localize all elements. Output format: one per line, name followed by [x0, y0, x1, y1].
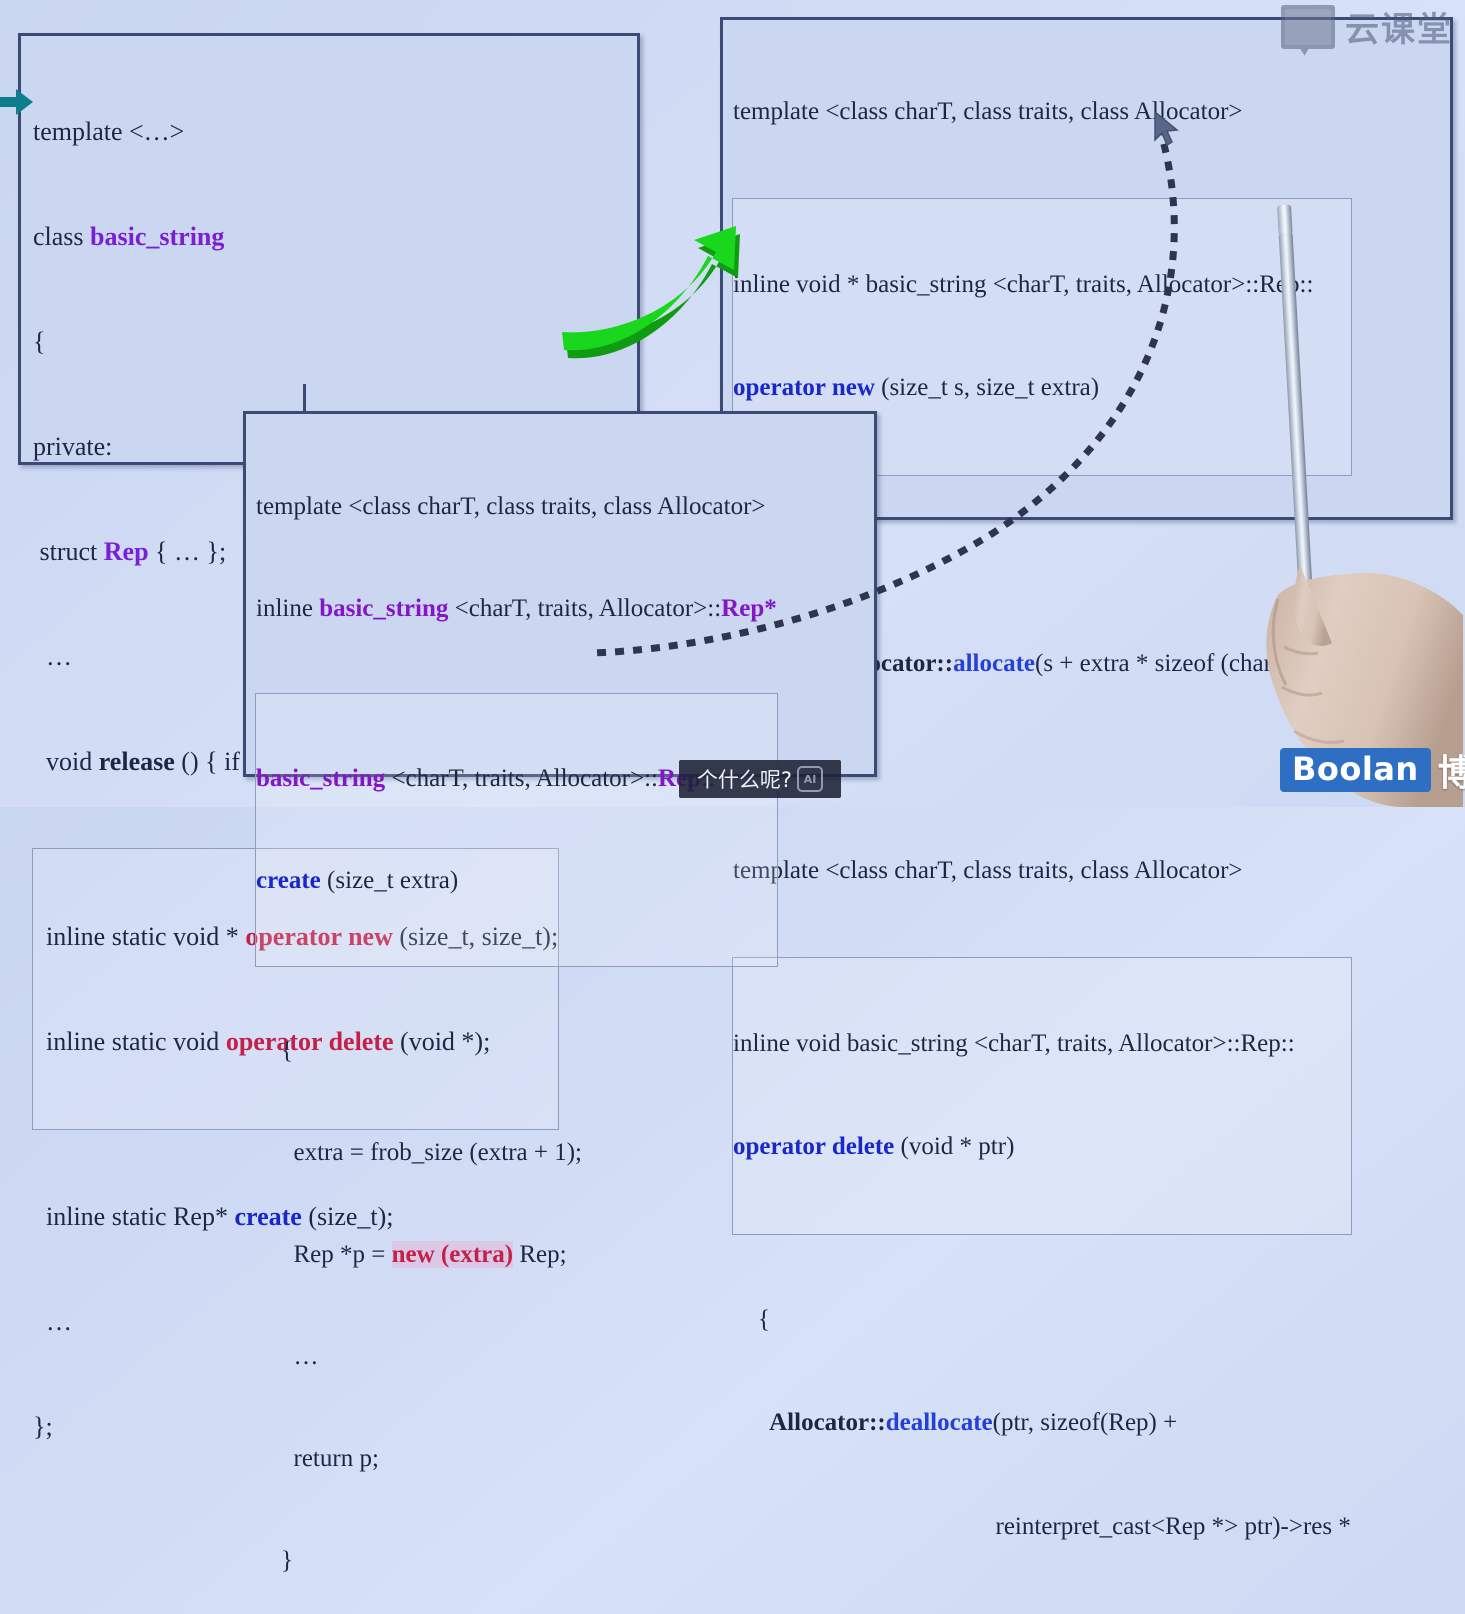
highlight-box-operator-delete-signature: inline void basic_string <charT, traits,…	[732, 956, 1352, 1235]
mouse-pointer-icon	[1154, 110, 1179, 147]
code-line: inline basic_string <charT, traits, Allo…	[256, 592, 777, 626]
code-text: Rep;	[513, 1241, 567, 1268]
code-text: {	[281, 1037, 293, 1064]
code-text: void	[33, 747, 99, 776]
code-block-right: template <class charT, class traits, cla…	[732, 26, 1352, 1614]
code-line: inline void * basic_string <charT, trait…	[733, 268, 1351, 303]
panel-basic-string-class: template <…> class basic_string { privat…	[18, 33, 640, 1441]
code-text: inline static void *	[33, 922, 246, 951]
code-line: class basic_string	[33, 219, 558, 254]
code-text: …	[33, 642, 72, 671]
code-text: return p;	[281, 1445, 379, 1472]
code-token-release: release	[98, 747, 175, 776]
code-text: template <class charT, class traits, cla…	[733, 857, 1243, 884]
code-line: {	[733, 1303, 1351, 1338]
code-token-allocator: Allocator::	[758, 1409, 886, 1436]
code-line: Allocator::deallocate(ptr, sizeof(Rep) +	[733, 1406, 1351, 1441]
code-token-rep-ptr: Rep*	[721, 595, 777, 622]
monitor-icon	[1281, 4, 1335, 49]
code-token-rep: Rep	[103, 537, 149, 566]
code-line: return p;	[256, 1442, 777, 1476]
code-token-basic-string: basic_string	[256, 765, 386, 792]
watermark-yunketang: 云课堂	[1281, 2, 1453, 51]
code-text: {	[33, 327, 46, 356]
code-text: };	[33, 1412, 53, 1441]
code-line: template <class charT, class traits, cla…	[256, 490, 777, 524]
code-line: template <…>	[33, 114, 558, 149]
code-text: struct	[33, 537, 104, 566]
ai-badge-icon: AI	[797, 766, 824, 792]
code-token-basic-string: basic_string	[319, 595, 449, 622]
code-token-basic-string: basic_string	[90, 222, 225, 251]
code-line: inline void basic_string <charT, traits,…	[733, 1027, 1351, 1062]
code-token-deallocate: deallocate	[885, 1409, 993, 1436]
boolan-cn-text: 博	[1437, 753, 1465, 794]
boolan-logo: Boolan 博	[1280, 744, 1465, 796]
code-text: extra = frob_size (extra + 1);	[281, 1139, 583, 1166]
code-line: }	[256, 1544, 777, 1578]
code-text: (size_t extra)	[320, 867, 459, 894]
panel-create-definition: template <class charT, class traits, cla…	[243, 411, 877, 1574]
code-text: …	[33, 1307, 72, 1336]
code-text: template <class charT, class traits, cla…	[256, 493, 766, 520]
code-token-new-extra: new (extra)	[391, 1241, 514, 1268]
teal-arrow-icon	[0, 89, 33, 115]
code-line: sizeof (charT));	[733, 1613, 1351, 1614]
code-token-create: create	[256, 867, 321, 894]
code-text: inline static void	[33, 1027, 226, 1056]
code-token-operator-new: operator new	[733, 374, 875, 401]
highlight-box-create-signature: basic_string <charT, traits, Allocator>:…	[255, 693, 778, 967]
code-line: reinterpret_cast<Rep *> ptr)->res *	[733, 1510, 1351, 1545]
code-text: (size_t s, size_t extra)	[874, 374, 1100, 401]
slide-stage: template <…> class basic_string { privat…	[0, 0, 1465, 1574]
code-line: {	[33, 324, 558, 359]
code-text: { … };	[148, 537, 227, 566]
code-text: inline void *	[733, 270, 866, 298]
code-text: Rep *p =	[281, 1241, 392, 1268]
code-text: class	[33, 222, 91, 251]
subtitle-text: 个什么呢?	[696, 768, 793, 792]
code-text: <charT, traits, Allocator>::	[385, 765, 658, 792]
code-line: Rep *p = new (extra) Rep;	[256, 1238, 777, 1272]
code-line: operator delete (void * ptr)	[733, 1130, 1351, 1165]
code-text: <charT, traits, Allocator>::	[448, 595, 722, 622]
code-token-allocate: allocate	[953, 650, 1035, 677]
code-text: (void * ptr)	[894, 1133, 1015, 1160]
code-line: template <class charT, class traits, cla…	[733, 854, 1351, 889]
code-line: {	[256, 1034, 777, 1068]
subtitle-bar: 个什么呢? AI	[679, 760, 841, 798]
code-text: (ptr, sizeof(Rep) +	[992, 1409, 1178, 1436]
code-line: template <class charT, class traits, cla…	[733, 95, 1351, 130]
code-text: inline	[256, 595, 320, 622]
boolan-badge-text: Boolan	[1280, 748, 1431, 792]
pointer-stick-tip	[1277, 204, 1293, 236]
code-text: template <…>	[33, 117, 185, 146]
code-text: basic_string <charT, traits, Allocator>:…	[846, 1029, 1295, 1057]
code-text: private:	[33, 432, 113, 461]
code-text: inline static Rep*	[33, 1202, 235, 1231]
code-line: operator new (size_t s, size_t extra)	[733, 371, 1351, 406]
code-line: create (size_t extra)	[256, 864, 777, 898]
code-text: reinterpret_cast<Rep *> ptr)->res *	[995, 1512, 1351, 1540]
code-text: basic_string <charT, traits, Allocator>:…	[865, 270, 1314, 298]
code-line: extra = frob_size (extra + 1);	[256, 1136, 777, 1170]
code-text: }	[281, 1547, 293, 1574]
code-block-bottom: template <class charT, class traits, cla…	[255, 422, 778, 1614]
code-line: …	[256, 1340, 777, 1374]
code-text: …	[281, 1343, 319, 1370]
watermark-text: 云课堂	[1345, 10, 1453, 50]
